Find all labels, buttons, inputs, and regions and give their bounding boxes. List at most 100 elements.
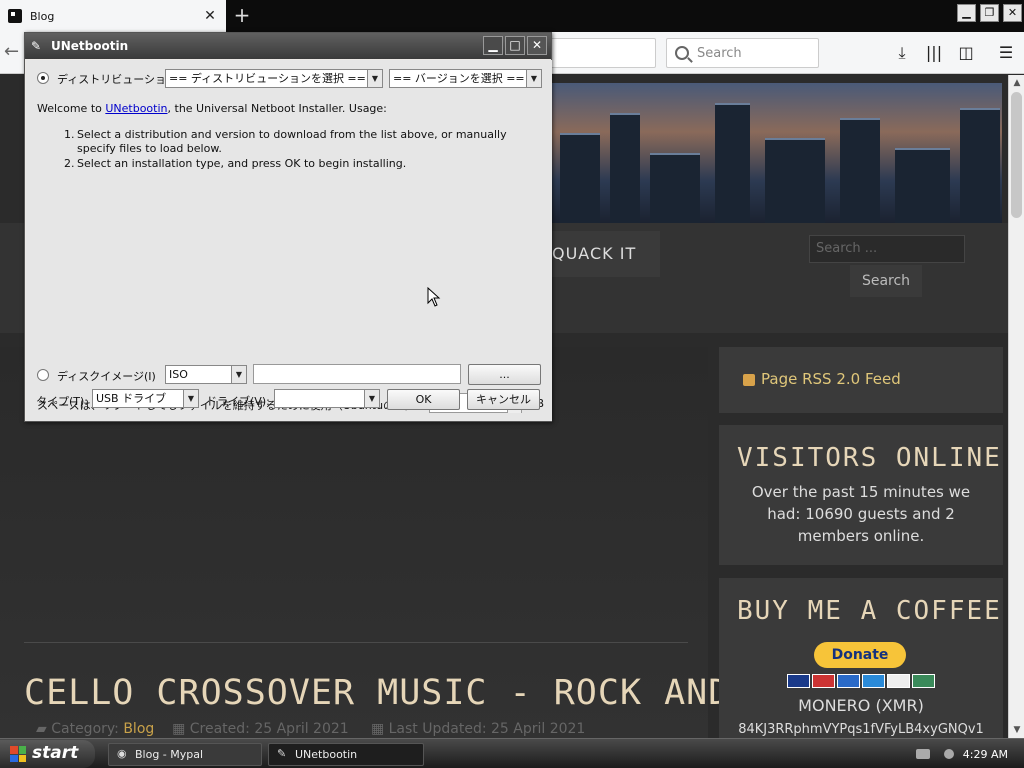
browser-window-controls: ▁ ❐ ✕ (957, 4, 1022, 22)
scroll-down-icon[interactable]: ▼ (1009, 722, 1024, 738)
version-select[interactable]: == バージョンを選択 == ▼ (389, 69, 542, 88)
search-icon (675, 46, 689, 60)
system-tray: 4:29 AM (910, 743, 1024, 766)
diskimage-type-select[interactable]: ISO ▼ (165, 365, 247, 384)
version-select-value: == バージョンを選択 == (393, 72, 525, 85)
chevron-down-icon: ▼ (183, 390, 198, 407)
chevron-down-icon: ▼ (367, 70, 382, 87)
close-button[interactable]: ✕ (1003, 4, 1022, 22)
instruction-number: 1. (64, 128, 75, 141)
windows-flag-icon (10, 746, 26, 762)
dialog-titlebar[interactable]: ✎ UNetbootin ▁ □ ✕ (25, 33, 551, 59)
coffee-widget: BUY ME A COFFEE Donate MONERO (XMR) 84KJ… (719, 578, 1003, 738)
distribution-select[interactable]: == ディストリビューションを選択 == ▼ (165, 69, 383, 88)
maestro-icon (837, 674, 860, 688)
ok-button[interactable]: OK (387, 389, 460, 410)
instruction-number: 2. (64, 157, 75, 170)
nav-item-quack-it[interactable]: QUACK IT (550, 231, 660, 277)
diskimage-label: ディスクイメージ(I) (57, 370, 156, 383)
distribution-select-value: == ディストリビューションを選択 == (169, 72, 366, 85)
url-bar[interactable] (540, 38, 656, 68)
updated-date: Last Updated: 25 April 2021 (388, 721, 586, 737)
dialog-title: UNetbootin (51, 39, 129, 53)
hamburger-menu-icon[interactable]: ☰ (997, 44, 1015, 62)
browser-tab-blog[interactable]: Blog ✕ (0, 0, 226, 32)
coffee-heading: BUY ME A COFFEE (737, 596, 1002, 626)
drive-label: ドライブ(V): (206, 395, 270, 408)
download-icon[interactable]: ⤓ (893, 44, 911, 62)
scroll-thumb[interactable] (1011, 92, 1022, 218)
dialog-minimize-button[interactable]: ▁ (483, 36, 503, 55)
taskbar-item-label: UNetbootin (295, 748, 358, 761)
sidebar-icon[interactable]: ◫ (957, 44, 975, 62)
browse-button[interactable]: ... (468, 364, 541, 385)
type-select[interactable]: USB ドライブ ▼ (92, 389, 199, 408)
payment-cards (787, 674, 935, 688)
amex-icon (862, 674, 885, 688)
diskimage-path-input[interactable] (253, 364, 461, 384)
type-select-value: USB ドライブ (96, 392, 167, 405)
keyboard-icon[interactable] (916, 749, 930, 759)
unetbootin-app-icon: ✎ (31, 39, 42, 53)
volume-icon[interactable] (944, 749, 954, 759)
rss-link[interactable]: Page RSS 2.0 Feed (761, 370, 901, 388)
taskbar-item-unetbootin[interactable]: ✎ UNetbootin (268, 743, 424, 766)
unetbootin-dialog: ✎ UNetbootin ▁ □ ✕ ディストリビューション: == ディストリ… (24, 32, 552, 422)
distribution-radio[interactable] (37, 72, 49, 84)
browser-app-icon: ◉ (117, 747, 127, 760)
cancel-button[interactable]: キャンセル (467, 389, 540, 410)
taskbar-item-label: Blog - Mypal (135, 748, 204, 761)
page-scrollbar[interactable]: ▲ ▼ (1008, 75, 1024, 738)
clock[interactable]: 4:29 AM (963, 743, 1008, 766)
drive-select[interactable]: ▼ (274, 389, 380, 408)
mastercard-icon (812, 674, 835, 688)
unetbootin-link[interactable]: UNetbootin (105, 102, 167, 115)
created-date: Created: 25 April 2021 (189, 721, 349, 737)
maximize-button[interactable]: ❐ (980, 4, 999, 22)
mouse-cursor-icon (427, 287, 441, 307)
discover-icon (887, 674, 910, 688)
chevron-down-icon: ▼ (364, 390, 379, 407)
rss-icon (743, 374, 755, 386)
chevron-down-icon: ▼ (231, 366, 246, 383)
calendar-icon: ▦ (158, 721, 190, 737)
monero-label: MONERO (XMR) (798, 696, 924, 715)
instruction-item: 2. Select an installation type, and pres… (64, 157, 534, 171)
visitors-widget: VISITORS ONLINE Over the past 15 minutes… (719, 425, 1003, 565)
diskimage-type-value: ISO (169, 368, 188, 381)
donate-button[interactable]: Donate (814, 642, 906, 668)
dialog-close-button[interactable]: ✕ (527, 36, 547, 55)
visa-icon (787, 674, 810, 688)
calendar-icon: ▦ (353, 721, 389, 737)
site-search-input[interactable]: Search ... (809, 235, 965, 263)
minimize-button[interactable]: ▁ (957, 4, 976, 22)
new-tab-button[interactable]: + (230, 4, 254, 28)
taskbar: start ◉ Blog - Mypal ✎ UNetbootin 4:29 A… (0, 738, 1024, 768)
dialog-maximize-button[interactable]: □ (505, 36, 525, 55)
library-icon[interactable]: ||| (925, 44, 943, 62)
bank-icon (912, 674, 935, 688)
category-link[interactable]: Blog (123, 721, 154, 737)
monero-address: 84KJ3RRphmVYPqs1fVFyLB4xyGNQv1 (738, 722, 984, 737)
diskimage-radio[interactable] (37, 369, 49, 381)
category-label: Category: (51, 721, 119, 737)
scroll-up-icon[interactable]: ▲ (1009, 75, 1024, 91)
browser-search-input[interactable]: Search (666, 38, 819, 68)
visitors-heading: VISITORS ONLINE (737, 443, 1002, 473)
instruction-text: Select an installation type, and press O… (77, 157, 407, 170)
divider (24, 642, 688, 643)
instruction-item: 1. Select a distribution and version to … (64, 128, 534, 156)
browser-tab-bar: Blog ✕ + ▁ ❐ ✕ (0, 0, 1024, 32)
rss-widget: Page RSS 2.0 Feed (719, 347, 1003, 413)
instruction-text: Select a distribution and version to dow… (77, 128, 507, 155)
folder-icon: ▰ (36, 721, 52, 737)
taskbar-item-blog[interactable]: ◉ Blog - Mypal (108, 743, 262, 766)
type-label: タイプ(T): (36, 395, 89, 408)
site-search-button[interactable]: Search (850, 265, 922, 297)
start-button[interactable]: start (0, 740, 95, 768)
city-header-image (550, 83, 1002, 223)
start-label: start (32, 743, 79, 763)
instructions: 1. Select a distribution and version to … (64, 128, 534, 171)
tab-close-icon[interactable]: ✕ (202, 8, 218, 24)
post-meta: ▰ Category: Blog ▦ Created: 25 April 202… (36, 721, 585, 737)
